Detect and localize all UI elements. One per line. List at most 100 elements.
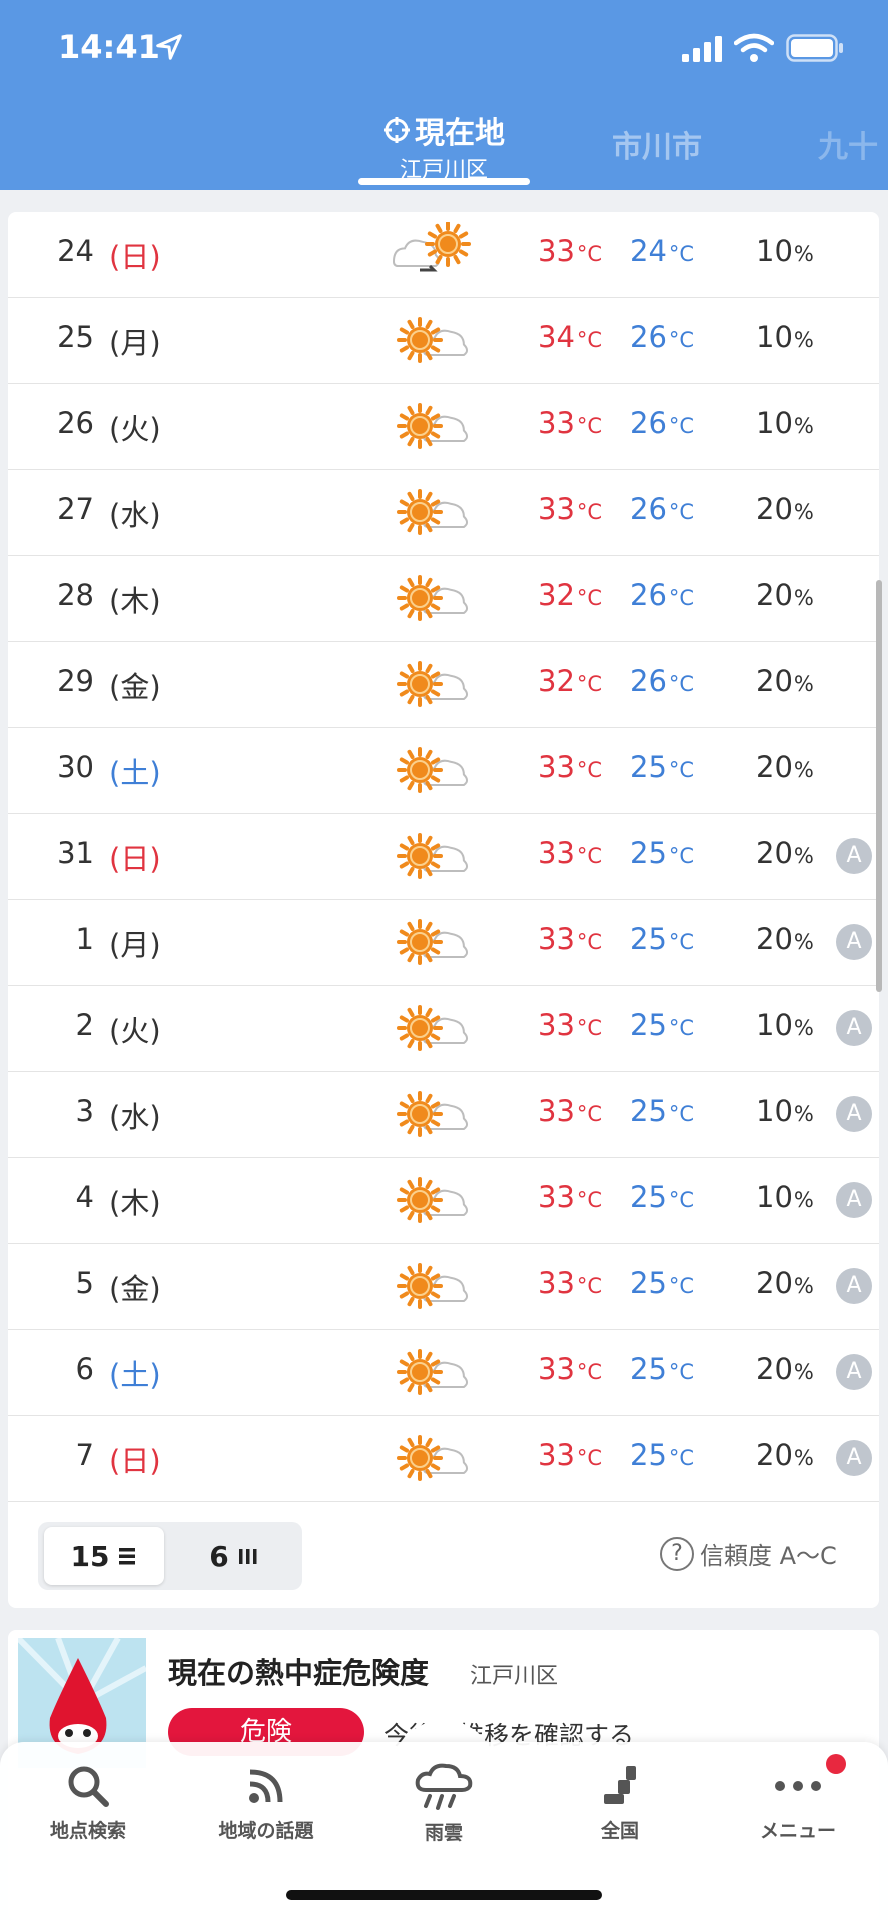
- nav-search[interactable]: 地点検索: [18, 1762, 158, 1843]
- notification-dot: [826, 1754, 846, 1774]
- forecast-day: 29: [57, 664, 94, 698]
- high-temp: 33°C: [538, 1438, 603, 1472]
- low-temp: 25°C: [630, 1352, 695, 1386]
- precip-chance: 20%: [756, 664, 814, 698]
- forecast-weekday: (土): [109, 1358, 161, 1392]
- high-temp: 33°C: [538, 1180, 603, 1214]
- forecast-day: 1: [75, 922, 94, 956]
- nav-national-label: 全国: [600, 1820, 639, 1842]
- forecast-weekday: (日): [109, 240, 161, 274]
- forecast-row[interactable]: 2 (火) 33°C 25°C 10% A: [8, 986, 879, 1072]
- reliability-badge: A: [836, 924, 872, 960]
- forecast-row[interactable]: 28 (木) 32°C 26°C 20%: [8, 556, 879, 642]
- tab-ichikawa[interactable]: 市川市: [612, 122, 702, 166]
- sunny-then-cloudy-icon: [397, 489, 469, 535]
- reliability-badge: A: [836, 1010, 872, 1046]
- forecast-weekday: (月): [109, 326, 161, 360]
- forecast-row[interactable]: 29 (金) 32°C 26°C 20%: [8, 642, 879, 728]
- forecast-row[interactable]: 26 (火) 33°C 26°C 10%: [8, 384, 879, 470]
- low-temp: 25°C: [630, 836, 695, 870]
- precip-chance: 10%: [756, 406, 814, 440]
- forecast-row[interactable]: 31 (日) 33°C 25°C 20% A: [8, 814, 879, 900]
- forecast-day: 28: [57, 578, 94, 612]
- question-icon: ?: [660, 1536, 694, 1571]
- nav-menu[interactable]: メニュー: [728, 1762, 868, 1843]
- toggle-15-label: 15: [70, 1539, 110, 1573]
- home-indicator[interactable]: [286, 1890, 602, 1900]
- wifi-icon: [734, 33, 774, 62]
- forecast-row[interactable]: 24 (日) 33°C 24°C 10%: [8, 212, 879, 298]
- sunny-then-cloudy-icon: [397, 1263, 469, 1309]
- precip-chance: 20%: [756, 922, 814, 956]
- low-temp: 25°C: [630, 1094, 695, 1128]
- crosshair-icon: [384, 117, 410, 143]
- precip-chance: 20%: [756, 1266, 814, 1300]
- sunny-then-cloudy-icon: [397, 1349, 469, 1395]
- reliability-info[interactable]: ? 信頼度 A～C: [660, 1536, 837, 1571]
- cellular-signal-icon: [682, 36, 722, 62]
- columns-icon: [238, 1549, 257, 1564]
- precip-chance: 20%: [756, 578, 814, 612]
- nav-national[interactable]: 全国: [550, 1762, 690, 1843]
- precip-chance: 10%: [756, 320, 814, 354]
- forecast-row[interactable]: 4 (木) 33°C 25°C 10% A: [8, 1158, 879, 1244]
- heatstroke-area: 江戸川区: [470, 1664, 559, 1689]
- reliability-badge: A: [836, 1096, 872, 1132]
- forecast-weekday: (日): [109, 842, 161, 876]
- forecast-row[interactable]: 6 (土) 33°C 25°C 20% A: [8, 1330, 879, 1416]
- rss-icon: [249, 1769, 283, 1803]
- reliability-label: 信頼度 A～C: [700, 1542, 837, 1570]
- toggle-15-days[interactable]: 15: [44, 1527, 164, 1585]
- forecast-row[interactable]: 30 (土) 33°C 25°C 20%: [8, 728, 879, 814]
- forecast-day: 6: [75, 1352, 94, 1386]
- low-temp: 26°C: [630, 492, 695, 526]
- scrollbar[interactable]: [876, 580, 882, 992]
- high-temp: 33°C: [538, 406, 603, 440]
- forecast-day: 24: [57, 234, 94, 268]
- precip-chance: 10%: [756, 1180, 814, 1214]
- precip-chance: 10%: [756, 234, 814, 268]
- forecast-weekday: (土): [109, 756, 161, 790]
- rain-cloud-icon: [415, 1763, 473, 1810]
- nav-topics[interactable]: 地域の話題: [196, 1762, 336, 1843]
- high-temp: 33°C: [538, 1094, 603, 1128]
- precip-chance: 10%: [756, 1094, 814, 1128]
- sunny-then-cloudy-icon: [397, 661, 469, 707]
- active-tab-indicator: [358, 178, 530, 185]
- tab-third-location[interactable]: 九十: [818, 122, 878, 166]
- toggle-6-days[interactable]: 6: [172, 1527, 296, 1585]
- status-bar: 14:41: [0, 0, 888, 100]
- high-temp: 33°C: [538, 234, 603, 268]
- cloudy-then-sunny-icon: [392, 222, 471, 272]
- forecast-row[interactable]: 27 (水) 33°C 26°C 20%: [8, 470, 879, 556]
- toggle-6-label: 6: [209, 1539, 229, 1573]
- reliability-badge: A: [836, 1268, 872, 1304]
- sunny-then-cloudy-icon: [397, 833, 469, 879]
- forecast-row[interactable]: 7 (日) 33°C 25°C 20% A: [8, 1416, 879, 1502]
- forecast-row[interactable]: 25 (月) 34°C 26°C 10%: [8, 298, 879, 384]
- forecast-day: 27: [57, 492, 94, 526]
- forecast-weekday: (月): [109, 928, 161, 962]
- reliability-badge: A: [836, 1182, 872, 1218]
- forecast-row[interactable]: 3 (水) 33°C 25°C 10% A: [8, 1072, 879, 1158]
- search-icon: [68, 1766, 109, 1807]
- sunny-then-cloudy-icon: [397, 919, 469, 965]
- reliability-badge: A: [836, 1354, 872, 1390]
- japan-map-icon: [604, 1766, 636, 1804]
- nav-rain[interactable]: 雨雲: [374, 1762, 514, 1845]
- high-temp: 32°C: [538, 578, 603, 612]
- forecast-weekday: (水): [109, 1100, 161, 1134]
- forecast-row[interactable]: 5 (金) 33°C 25°C 20% A: [8, 1244, 879, 1330]
- forecast-weekday: (金): [109, 1272, 161, 1306]
- low-temp: 25°C: [630, 1266, 695, 1300]
- forecast-day: 2: [75, 1008, 94, 1042]
- reliability-badge: A: [836, 1440, 872, 1476]
- forecast-row[interactable]: 1 (月) 33°C 25°C 20% A: [8, 900, 879, 986]
- sunny-then-cloudy-icon: [397, 403, 469, 449]
- high-temp: 33°C: [538, 750, 603, 784]
- status-time: 14:41: [58, 28, 160, 66]
- precip-chance: 20%: [756, 1352, 814, 1386]
- high-temp: 34°C: [538, 320, 603, 354]
- tab-current-location[interactable]: 現在地 江戸川区: [358, 108, 530, 184]
- sunny-then-cloudy-icon: [397, 1177, 469, 1223]
